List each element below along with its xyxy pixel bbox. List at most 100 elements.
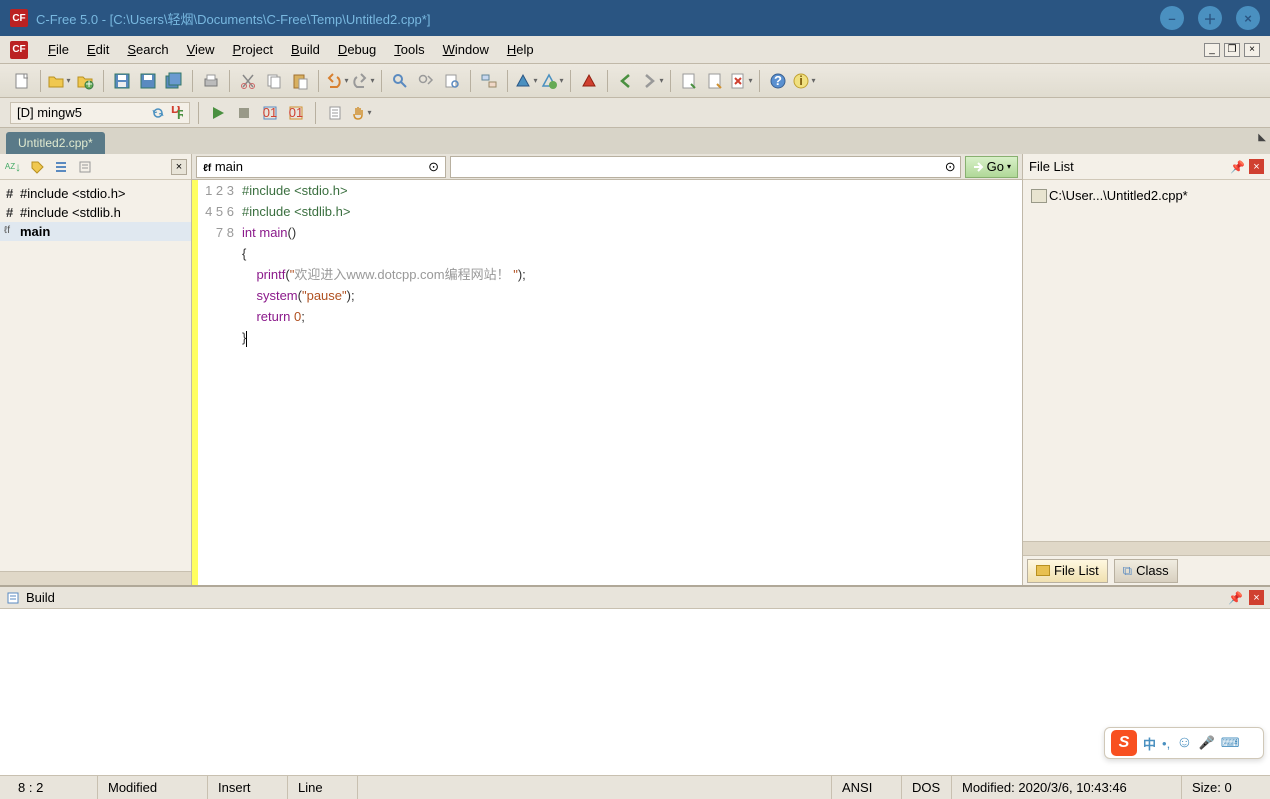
options-button[interactable] (324, 102, 346, 124)
class-icon: ⧉ (1123, 563, 1132, 579)
menu-window[interactable]: Window (435, 39, 497, 60)
build-pin-button[interactable]: 📌 (1228, 591, 1243, 605)
compiler-selector[interactable]: [D] mingw5 DR (10, 102, 190, 124)
undo-button[interactable]: ▾ (325, 69, 349, 93)
doc2-button[interactable] (703, 69, 727, 93)
svg-text:?: ? (774, 73, 782, 88)
status-spacer (358, 776, 832, 799)
code-content[interactable]: #include <stdio.h> #include <stdlib.h> i… (242, 180, 1022, 585)
step-over-button[interactable]: 01 (285, 102, 307, 124)
app-icon-small: CF (10, 41, 28, 59)
svg-text:01: 01 (289, 105, 303, 120)
pin-button[interactable]: 📌 (1230, 160, 1245, 174)
pan-button[interactable]: ▾ (350, 102, 372, 124)
sogou-icon: S (1111, 730, 1137, 756)
left-scrollbar[interactable] (0, 571, 191, 585)
menu-project[interactable]: Project (225, 39, 281, 60)
detail-view-button[interactable] (76, 158, 94, 176)
status-line: Line (288, 776, 358, 799)
paste-button[interactable] (288, 69, 312, 93)
ime-widget[interactable]: S 中 •, ☺ 🎤 ⌨ (1104, 727, 1264, 759)
ime-mic-icon[interactable]: 🎤 (1199, 735, 1215, 751)
new-file-button[interactable] (10, 69, 34, 93)
tag-button[interactable] (28, 158, 46, 176)
menu-help[interactable]: Help (499, 39, 542, 60)
ime-emoji-icon[interactable]: ☺ (1176, 734, 1192, 752)
scope-selector[interactable]: ⊙ (450, 156, 961, 178)
mdi-close-button[interactable]: × (1244, 43, 1260, 57)
tab-class[interactable]: ⧉Class (1114, 559, 1178, 583)
minimize-button[interactable]: – (1160, 6, 1184, 30)
symbol-include-stdio[interactable]: #include <stdio.h> (0, 184, 191, 203)
cut-button[interactable] (236, 69, 260, 93)
right-pane-tabs: File List ⧉Class (1023, 555, 1270, 585)
ime-keyboard-icon[interactable]: ⌨ (1221, 735, 1240, 751)
open-project-button[interactable]: + (73, 69, 97, 93)
menubar: CF File Edit Search View Project Build D… (0, 36, 1270, 64)
symbol-pane: AZ↓ × #include <stdio.h> #include <stdli… (0, 154, 192, 585)
nav-back-button[interactable] (614, 69, 638, 93)
code-editor[interactable]: 1 2 3 4 5 6 7 8 #include <stdio.h> #incl… (192, 180, 1022, 585)
list-view-button[interactable] (52, 158, 70, 176)
dropdown-icon: ⊙ (945, 159, 956, 175)
ime-lang[interactable]: 中 (1143, 734, 1156, 753)
symbol-include-stdlib[interactable]: #include <stdlib.h (0, 203, 191, 222)
menu-tools[interactable]: Tools (386, 39, 432, 60)
copy-button[interactable] (262, 69, 286, 93)
about-button[interactable]: i▾ (792, 69, 816, 93)
step-into-button[interactable]: 01 (259, 102, 281, 124)
ime-punct-icon[interactable]: •, (1162, 736, 1170, 751)
menu-file[interactable]: File (40, 39, 77, 60)
function-selector[interactable]: ℓf main ⊙ (196, 156, 446, 178)
open-file-button[interactable]: ▾ (47, 69, 71, 93)
print-button[interactable] (199, 69, 223, 93)
rebuild-button[interactable]: ▾ (540, 69, 564, 93)
status-os: DOS (902, 776, 952, 799)
menu-edit[interactable]: Edit (79, 39, 117, 60)
sort-az-button[interactable]: AZ↓ (4, 158, 22, 176)
save-as-button[interactable] (136, 69, 160, 93)
mdi-minimize-button[interactable]: _ (1204, 43, 1220, 57)
replace-button[interactable] (477, 69, 501, 93)
mdi-restore-button[interactable]: ❐ (1224, 43, 1240, 57)
go-button[interactable]: Go ▾ (965, 156, 1018, 178)
find-in-files-button[interactable] (440, 69, 464, 93)
build-title: Build (26, 590, 55, 605)
stop-build-button[interactable] (577, 69, 601, 93)
build-button[interactable]: ▾ (514, 69, 538, 93)
file-tab-active[interactable]: Untitled2.cpp* (6, 132, 105, 154)
menu-view[interactable]: View (179, 39, 223, 60)
editor-tabs: Untitled2.cpp* ◣ (0, 128, 1270, 154)
main-area: AZ↓ × #include <stdio.h> #include <stdli… (0, 154, 1270, 585)
collapse-arrow-icon[interactable]: ◣ (1258, 132, 1266, 143)
menu-debug[interactable]: Debug (330, 39, 384, 60)
symbol-main[interactable]: main (0, 222, 191, 241)
build-output[interactable] (0, 609, 1270, 775)
close-button[interactable]: × (1236, 6, 1260, 30)
app-icon: CF (10, 9, 28, 27)
save-button[interactable] (110, 69, 134, 93)
nav-forward-button[interactable]: ▾ (640, 69, 664, 93)
save-all-button[interactable] (162, 69, 186, 93)
status-size: Size: 0 (1182, 776, 1262, 799)
file-tree-item[interactable]: C:\User...\Untitled2.cpp* (1027, 186, 1266, 205)
help-button[interactable]: ? (766, 69, 790, 93)
file-list-close-button[interactable]: × (1249, 159, 1264, 174)
run-button[interactable] (207, 102, 229, 124)
symbol-pane-close-button[interactable]: × (171, 159, 187, 175)
right-scrollbar[interactable] (1023, 541, 1270, 555)
menu-search[interactable]: Search (119, 39, 176, 60)
doc1-button[interactable] (677, 69, 701, 93)
redo-button[interactable]: ▾ (351, 69, 375, 93)
menu-build[interactable]: Build (283, 39, 328, 60)
refresh-icon (151, 106, 165, 120)
tab-file-list[interactable]: File List (1027, 559, 1108, 583)
find-next-button[interactable] (414, 69, 438, 93)
statusbar: 8 : 2 Modified Insert Line ANSI DOS Modi… (0, 775, 1270, 799)
maximize-button[interactable]: ＋ (1198, 6, 1222, 30)
doc-delete-button[interactable]: ▾ (729, 69, 753, 93)
status-encoding: ANSI (832, 776, 902, 799)
find-button[interactable] (388, 69, 412, 93)
stop-button[interactable] (233, 102, 255, 124)
build-close-button[interactable]: × (1249, 590, 1264, 605)
